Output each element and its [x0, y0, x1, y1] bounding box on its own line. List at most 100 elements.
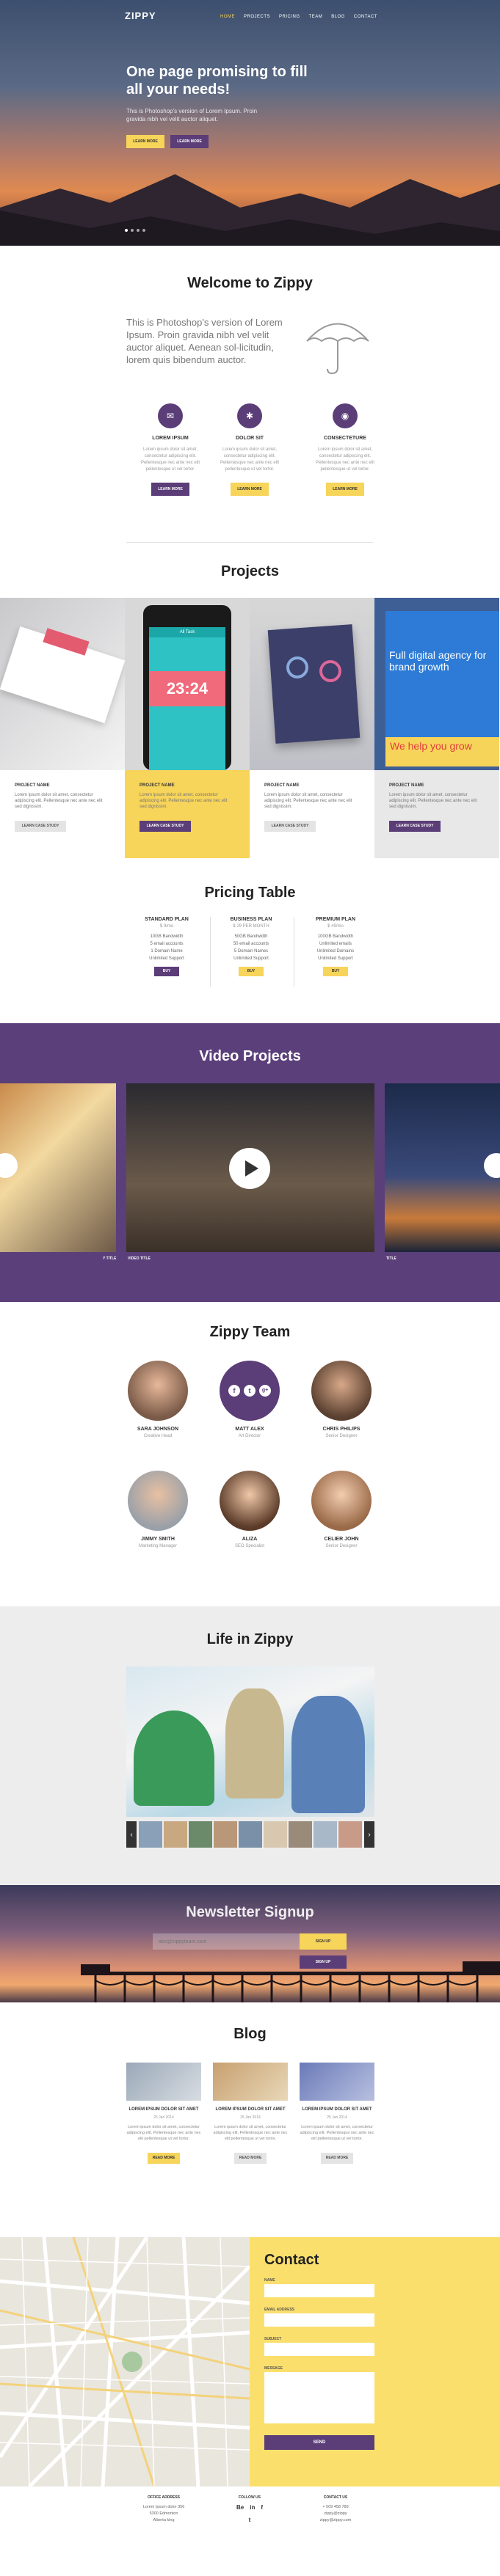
blog-post-title[interactable]: LOREM IPSUM DOLOR SIT AMET: [213, 2107, 288, 2112]
newsletter-signup-button[interactable]: SIGN UP: [300, 1933, 347, 1950]
nav-home[interactable]: HOME: [220, 15, 235, 19]
gallery-thumbnail[interactable]: [189, 1821, 212, 1848]
contact-form: Contact NAME EMAIL ADDRESS SUBJECT MESSA…: [250, 2237, 500, 2487]
slider-dots: [125, 229, 145, 232]
gallery-thumbnail[interactable]: [289, 1821, 312, 1848]
team-member[interactable]: CHRIS PHILIPS Senior Designer: [297, 1361, 385, 1438]
plan-price: $ 9/mo: [159, 924, 174, 929]
pricing-plan: STANDARD PLAN $ 9/mo 10GB Bandwidth 5 em…: [126, 917, 207, 976]
gallery-thumbnail[interactable]: [164, 1821, 187, 1848]
umbrella-icon: [306, 323, 369, 375]
behance-icon[interactable]: Be: [236, 2504, 244, 2511]
gallery-thumbnail[interactable]: [264, 1821, 287, 1848]
contact-title: Contact: [264, 2252, 319, 2268]
blog-post-title[interactable]: LOREM IPSUM DOLOR SIT AMET: [126, 2107, 201, 2112]
next-arrow-icon[interactable]: [484, 1153, 500, 1178]
email-field[interactable]: [264, 2313, 374, 2327]
twitter-icon[interactable]: t: [244, 1385, 256, 1397]
team-member[interactable]: CELIER JOHN Senior Designer: [297, 1471, 385, 1548]
location-map[interactable]: [0, 2237, 250, 2487]
feature-text: Lorem ipsum dolor sit amet, consectetur …: [140, 447, 200, 472]
video-thumbnail-main[interactable]: [126, 1083, 374, 1252]
video-label: Y TITLE: [103, 1256, 117, 1261]
blog-post: LOREM IPSUM DOLOR SIT AMET 25 Jan 2014 L…: [213, 2063, 288, 2164]
send-button[interactable]: SEND: [264, 2435, 374, 2450]
team-member[interactable]: ALIZA SEO Specialist: [206, 1471, 294, 1548]
blog-post-title[interactable]: LOREM IPSUM DOLOR SIT AMET: [300, 2107, 374, 2112]
project-card[interactable]: All Task 23:24 PROJECT NAME Lorem ipsum …: [125, 598, 250, 858]
footer-email[interactable]: zippy@zippy.com: [295, 2517, 376, 2524]
slider-dot[interactable]: [142, 229, 145, 232]
project-case-study-button[interactable]: LEARN CASE STUDY: [264, 821, 316, 832]
blog-image[interactable]: [213, 2063, 288, 2101]
project-case-study-button[interactable]: LEARN CASE STUDY: [140, 821, 191, 832]
nav-team[interactable]: TEAM: [309, 15, 323, 19]
blog-post: LOREM IPSUM DOLOR SIT AMET 25 Jan 2014 L…: [126, 2063, 201, 2164]
prev-arrow-icon[interactable]: [0, 1153, 18, 1178]
nav-projects[interactable]: PROJECTS: [244, 15, 270, 19]
slider-dot[interactable]: [125, 229, 128, 232]
twitter-icon[interactable]: t: [249, 2517, 251, 2523]
feature-card: ✱ DOLOR SIT Lorem ipsum dolor sit amet, …: [206, 403, 294, 496]
gallery-thumbnail[interactable]: [338, 1821, 362, 1848]
hero-learn-more-button[interactable]: LEARN MORE: [126, 135, 164, 148]
linkedin-icon[interactable]: in: [250, 2504, 255, 2511]
gallery-next-button[interactable]: ›: [364, 1821, 374, 1848]
gallery-prev-button[interactable]: ‹: [126, 1821, 137, 1848]
facebook-icon[interactable]: f: [261, 2504, 263, 2511]
feature-learn-more-button[interactable]: LEARN MORE: [151, 483, 189, 496]
brand-logo[interactable]: ZIPPY: [125, 10, 156, 21]
read-more-button[interactable]: READ MORE: [234, 2153, 267, 2164]
team-member[interactable]: SARA JOHNSON Creative Head: [114, 1361, 202, 1438]
buy-button[interactable]: BUY: [239, 967, 264, 976]
play-icon[interactable]: [229, 1148, 270, 1189]
read-more-button[interactable]: READ MORE: [321, 2153, 353, 2164]
avatar: f t g+: [220, 1361, 280, 1421]
projects-title: Projects: [221, 563, 279, 579]
name-field[interactable]: [264, 2284, 374, 2297]
lightbulb-icon: ✱: [237, 403, 262, 428]
read-more-button[interactable]: READ MORE: [148, 2153, 180, 2164]
video-thumbnail[interactable]: [385, 1083, 500, 1252]
gallery-thumbnail[interactable]: [314, 1821, 337, 1848]
gallery-thumbnail[interactable]: [139, 1821, 162, 1848]
project-text: Lorem ipsum dolor sit amet, consectetur …: [15, 793, 103, 809]
team-member[interactable]: JIMMY SMITH Marketing Manager: [114, 1471, 202, 1548]
project-card[interactable]: Full digital agency for brand growth We …: [374, 598, 499, 858]
project-case-study-button[interactable]: LEARN CASE STUDY: [15, 821, 66, 832]
feature-card: ◉ CONSECTETURE Lorem ipsum dolor sit ame…: [301, 403, 389, 496]
blog-image[interactable]: [300, 2063, 374, 2101]
footer-office-line: Alberta king: [153, 2518, 175, 2522]
team-member[interactable]: f t g+ MATT ALEX Art Director: [206, 1361, 294, 1438]
nav-pricing[interactable]: PRICING: [279, 15, 300, 19]
feature-learn-more-button[interactable]: LEARN MORE: [231, 483, 269, 496]
avatar: [220, 1471, 280, 1531]
nav-blog[interactable]: BLOG: [331, 15, 345, 19]
google-plus-icon[interactable]: g+: [259, 1385, 271, 1397]
hero-learn-more-secondary-button[interactable]: LEARN MORE: [170, 135, 209, 148]
footer-contact-line[interactable]: zippy@zippy: [295, 2511, 376, 2517]
video-thumbnail[interactable]: [0, 1083, 116, 1252]
gallery-thumbnail[interactable]: [214, 1821, 237, 1848]
member-role: Art Director: [238, 1434, 261, 1438]
project-case-study-button[interactable]: LEARN CASE STUDY: [389, 821, 441, 832]
message-field[interactable]: [264, 2372, 374, 2423]
facebook-icon[interactable]: f: [228, 1385, 240, 1397]
member-name: CHRIS PHILIPS: [322, 1427, 360, 1432]
project-name: PROJECT NAME: [264, 783, 300, 788]
subject-field[interactable]: [264, 2343, 374, 2356]
footer: OFFICE ADDRESS Lorem Ipsum dolor 356 530…: [0, 2487, 500, 2576]
project-card[interactable]: PROJECT NAME Lorem ipsum dolor sit amet,…: [250, 598, 374, 858]
project-card[interactable]: PROJECT NAME Lorem ipsum dolor sit amet,…: [0, 598, 125, 858]
feature-learn-more-button[interactable]: LEARN MORE: [326, 483, 364, 496]
gallery-thumbnail[interactable]: [239, 1821, 262, 1848]
plan-feature: 50 email accounts: [233, 942, 269, 946]
nav-contact[interactable]: CONTACT: [354, 15, 377, 19]
buy-button[interactable]: BUY: [154, 967, 179, 976]
project-image: [250, 598, 374, 770]
slider-dot[interactable]: [131, 229, 134, 232]
blog-image[interactable]: [126, 2063, 201, 2101]
newsletter-email-input[interactable]: [153, 1933, 300, 1950]
slider-dot[interactable]: [137, 229, 140, 232]
buy-button[interactable]: BUY: [323, 967, 348, 976]
